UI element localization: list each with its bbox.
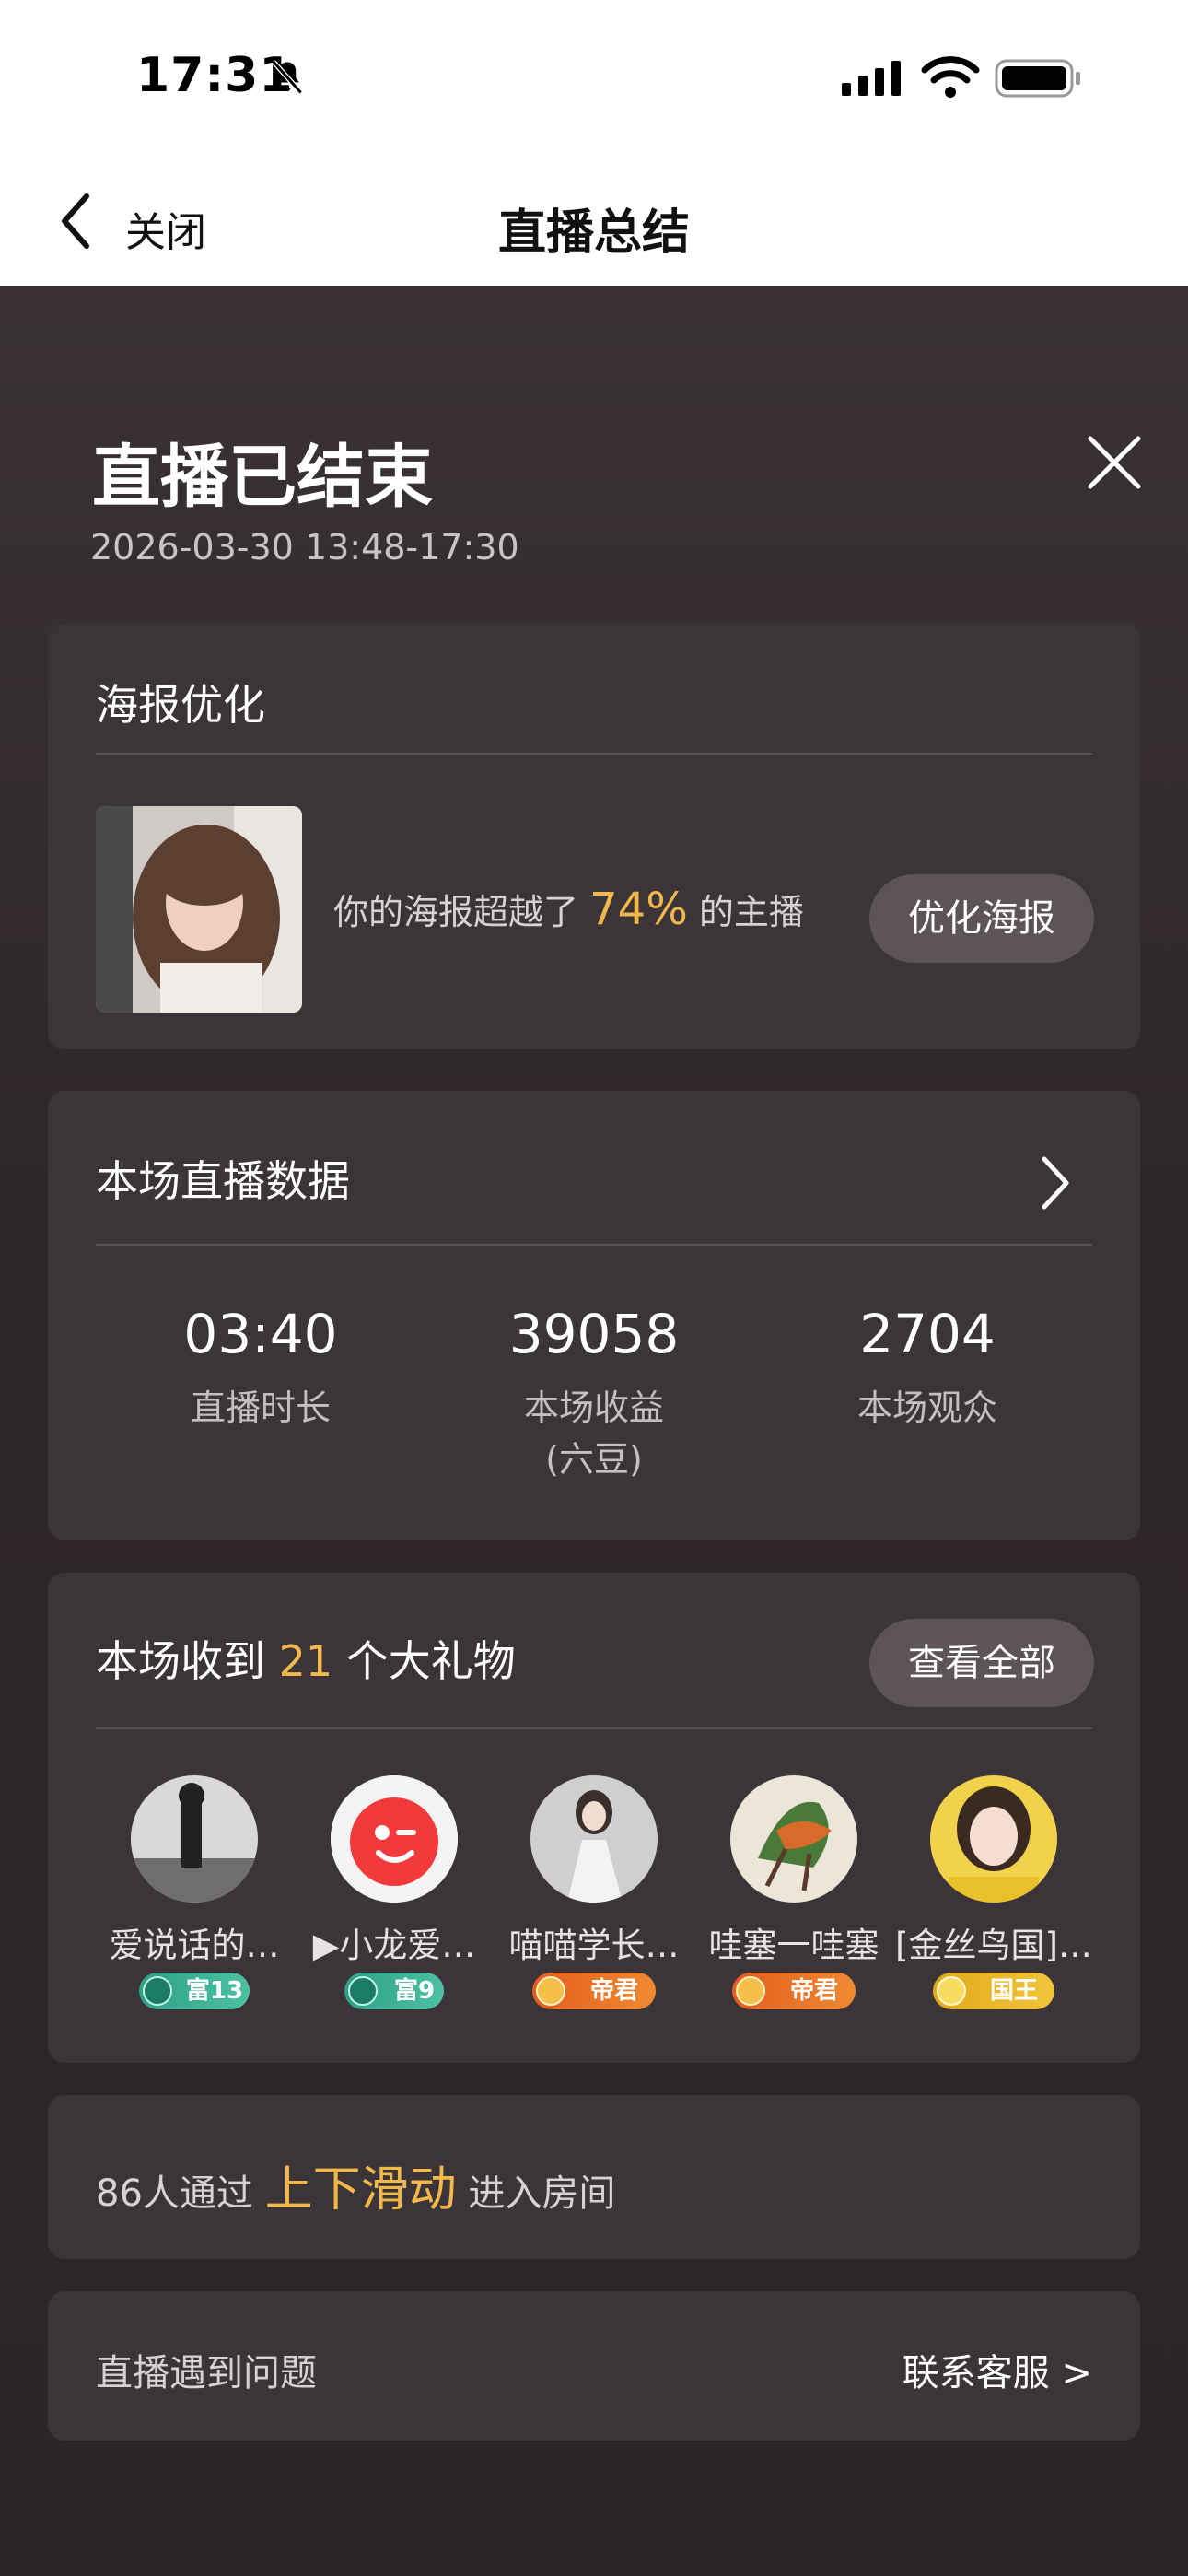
live-problem-card[interactable]: 直播遇到问题 联系客服 > <box>48 2291 1140 2441</box>
badge-label: 富13 <box>185 1977 244 2005</box>
divider <box>96 753 1092 755</box>
rank-badge: 帝君 <box>532 1973 656 2009</box>
summary-content: 直播已结束 2026-03-30 13:48-17:30 海报优化 你的海报超越… <box>0 286 1188 2576</box>
stat-value: 03:40 <box>183 1303 338 1365</box>
live-time-range: 2026-03-30 13:48-17:30 <box>90 527 519 568</box>
nav-bar: 关闭 直播总结 <box>0 157 1188 286</box>
emperor-level-icon <box>536 1976 565 2006</box>
avatar[interactable] <box>730 1775 857 1903</box>
gifter-item[interactable]: [金丝鸟国]… 国王 <box>894 1775 1093 2009</box>
view-all-button[interactable]: 查看全部 <box>869 1619 1094 1707</box>
stat-duration: 03:40 直播时长 <box>113 1303 408 1434</box>
rank-badge: 帝君 <box>732 1973 856 2009</box>
poster-text-suffix: 的主播 <box>698 892 804 932</box>
gifts-title-prefix: 本场收到 <box>96 1636 265 1686</box>
gifter-item[interactable]: ▶小龙爱… 富9 <box>295 1775 494 2009</box>
swipe-highlight: 上下滑动 <box>264 2162 457 2218</box>
gifter-name: 喵喵学长… <box>508 1926 680 1965</box>
swipe-entry-card: 86人通过 上下滑动 进入房间 <box>48 2095 1140 2259</box>
badge-label: 帝君 <box>589 1977 638 2005</box>
stats-card-title: 本场直播数据 <box>96 1156 350 1206</box>
gifts-title-suffix: 个大礼物 <box>345 1636 516 1686</box>
gifter-name: 哇塞一哇塞 <box>708 1926 879 1965</box>
live-ended-title: 直播已结束 <box>92 438 433 517</box>
stat-revenue: 39058 本场收益 (六豆) <box>447 1303 741 1485</box>
stat-sublabel: (六豆) <box>545 1439 643 1480</box>
gifter-name: 爱说话的… <box>109 1926 280 1965</box>
badge-label: 国王 <box>989 1977 1038 2005</box>
avatar[interactable] <box>930 1775 1057 1903</box>
gifter-name: ▶小龙爱… <box>312 1926 476 1965</box>
stat-value: 2704 <box>859 1303 996 1365</box>
poster-thumbnail[interactable] <box>96 806 302 1013</box>
stat-label: 本场收益 <box>523 1388 664 1428</box>
big-gifts-card: 本场收到 21 个大礼物 查看全部 爱说话的… 富13 ▶小龙爱… 富9 喵喵学… <box>48 1573 1140 2063</box>
gifter-item[interactable]: 喵喵学长… 帝君 <box>495 1775 693 2009</box>
gifter-item[interactable]: 爱说话的… 富13 <box>95 1775 294 2009</box>
emperor-level-icon <box>736 1976 765 2006</box>
swipe-suffix: 进入房间 <box>468 2172 616 2215</box>
rich-level-icon <box>143 1976 172 2006</box>
bell-muted-icon <box>272 60 303 95</box>
stat-value: 39058 <box>508 1303 680 1365</box>
avatar[interactable] <box>131 1775 258 1903</box>
cellular-signal-icon <box>842 61 901 96</box>
contact-support-link[interactable]: 联系客服 > <box>903 2343 1092 2396</box>
stat-label: 直播时长 <box>190 1388 331 1428</box>
gifter-item[interactable]: 哇塞一哇塞 帝君 <box>694 1775 893 2009</box>
stat-label: 本场观众 <box>856 1388 997 1428</box>
poster-optimization-card: 海报优化 你的海报超越了 74% 的主播 优化海报 <box>48 624 1140 1049</box>
live-stats-card[interactable]: 本场直播数据 03:40 直播时长 39058 本场收益 (六豆) 2704 本… <box>48 1091 1140 1540</box>
king-level-icon <box>937 1976 966 2006</box>
poster-rank-text: 你的海报超越了 74% 的主播 <box>333 884 804 935</box>
gifts-card-title: 本场收到 21 个大礼物 <box>96 1628 516 1689</box>
swipe-entry-text: 86人通过 上下滑动 进入房间 <box>96 2150 615 2219</box>
rich-level-icon <box>348 1976 378 2006</box>
divider <box>96 1727 1092 1729</box>
problem-text: 直播遇到问题 <box>96 2352 317 2395</box>
battery-icon <box>995 59 1080 98</box>
rank-badge: 富13 <box>139 1973 250 2009</box>
poster-card-title: 海报优化 <box>96 680 265 730</box>
gifter-name: [金丝鸟国]… <box>895 1926 1092 1965</box>
stat-audience: 2704 本场观众 <box>780 1303 1075 1434</box>
rank-badge: 国王 <box>933 1973 1054 2009</box>
optimize-poster-button[interactable]: 优化海报 <box>869 874 1094 963</box>
status-bar: 17:31 <box>0 0 1188 157</box>
poster-percent: 74% <box>589 884 688 935</box>
swipe-prefix: 86人通过 <box>96 2172 253 2215</box>
close-icon[interactable] <box>1085 433 1144 492</box>
divider <box>96 1244 1092 1246</box>
wifi-icon <box>921 56 980 98</box>
avatar[interactable] <box>331 1775 458 1903</box>
gifts-count: 21 <box>278 1636 333 1686</box>
badge-label: 帝君 <box>789 1977 838 2005</box>
rank-badge: 富9 <box>344 1973 444 2009</box>
poster-text-prefix: 你的海报超越了 <box>333 892 579 932</box>
page-title: 直播总结 <box>497 205 690 261</box>
badge-label: 富9 <box>393 1977 436 2005</box>
chevron-right-icon[interactable] <box>1037 1153 1074 1212</box>
avatar[interactable] <box>530 1775 658 1903</box>
